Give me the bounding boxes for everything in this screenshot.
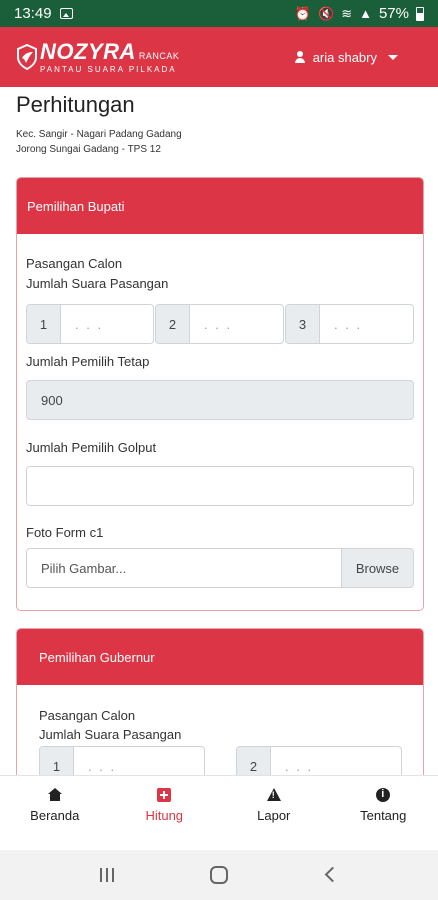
candidate-2-input-group[interactable]: 2 . . . <box>155 304 284 344</box>
location-line-1: Kec. Sangir - Nagari Padang Gadang <box>16 129 182 140</box>
nav-item-tentang[interactable]: Tentang <box>329 776 438 850</box>
caret-down-icon <box>388 54 398 60</box>
logo-sub-text: RANCAK <box>138 50 180 61</box>
nav-item-lapor[interactable]: Lapor <box>219 776 329 850</box>
logo-main-text: NOZYRA <box>40 38 136 64</box>
candidate-3-input-group[interactable]: 3 . . . <box>285 304 414 344</box>
battery-icon <box>416 6 424 21</box>
system-nav-bar <box>0 850 438 900</box>
file-placeholder[interactable]: Pilih Gambar... <box>27 549 341 587</box>
candidate-2-votes-input[interactable]: . . . <box>190 305 283 343</box>
mute-icon: 🔇 <box>318 6 335 21</box>
nav-label-hitung: Hitung <box>145 808 184 823</box>
page-content[interactable]: Perhitungan Kec. Sangir - Nagari Padang … <box>0 87 438 775</box>
user-icon <box>294 51 306 63</box>
info-icon <box>376 788 391 802</box>
candidate-number-2: 2 <box>156 305 190 343</box>
logo-text: NOZYRA RANCAK PANTAU SUARA PILKADA <box>40 38 180 74</box>
pemilih-tetap-field: 900 <box>26 380 414 420</box>
gubernur-candidate-1-input-group[interactable]: 1 . . . <box>39 746 205 775</box>
gubernur-candidate-2-input-group[interactable]: 2 . . . <box>236 746 402 775</box>
shield-logo-icon <box>17 44 37 70</box>
nav-label-beranda: Beranda <box>30 808 80 823</box>
warning-icon <box>266 788 281 802</box>
card-header-gubernur: Pemilihan Gubernur <box>17 629 423 685</box>
page-title: Perhitungan <box>16 92 135 117</box>
gubernur-candidate-2-votes-input[interactable]: . . . <box>271 747 401 775</box>
user-name: aria shabry <box>312 49 377 65</box>
label-jumlah-suara-pasangan: Jumlah Suara Pasangan <box>26 276 169 291</box>
gubernur-candidate-1-votes-input[interactable]: . . . <box>74 747 204 775</box>
label-jumlah-suara-pasangan-gubernur: Jumlah Suara Pasangan <box>39 727 182 742</box>
status-time: 13:49 <box>14 5 52 22</box>
nav-label-lapor: Lapor <box>257 808 291 823</box>
candidate-number-1: 1 <box>27 305 61 343</box>
candidate-3-votes-input[interactable]: . . . <box>320 305 413 343</box>
back-button[interactable] <box>321 865 341 885</box>
wifi-icon: ≋ <box>341 6 353 21</box>
nav-item-beranda[interactable]: Beranda <box>0 776 110 850</box>
candidate-1-input-group[interactable]: 1 . . . <box>26 304 154 344</box>
foto-form-c1-file-input[interactable]: Pilih Gambar... Browse <box>26 548 414 588</box>
browse-button[interactable]: Browse <box>341 549 413 587</box>
gubernur-candidate-number-2: 2 <box>237 747 271 775</box>
home-icon <box>47 788 62 802</box>
recents-button[interactable] <box>97 865 117 885</box>
candidate-number-3: 3 <box>286 305 320 343</box>
logo-wordmark: NOZYRA RANCAK <box>40 38 180 64</box>
user-menu-dropdown[interactable]: aria shabry <box>294 50 398 65</box>
card-pemilihan-bupati: Pemilihan Bupati Pasangan Calon Jumlah S… <box>16 177 424 611</box>
nav-item-hitung[interactable]: Hitung <box>110 776 220 850</box>
logo[interactable]: NOZYRA RANCAK PANTAU SUARA PILKADA <box>16 38 180 74</box>
location-info: Kec. Sangir - Nagari Padang Gadang Joron… <box>16 127 182 157</box>
home-button[interactable] <box>209 866 228 884</box>
label-foto-form-c1: Foto Form c1 <box>26 525 104 540</box>
label-jumlah-pemilih-golput: Jumlah Pemilih Golput <box>26 440 157 455</box>
label-jumlah-pemilih-tetap: Jumlah Pemilih Tetap <box>26 354 150 369</box>
candidate-1-votes-input[interactable]: . . . <box>61 305 153 343</box>
gubernur-candidate-number-1: 1 <box>40 747 74 775</box>
alarm-icon: ⏰ <box>294 6 311 21</box>
bottom-nav: Beranda Hitung Lapor Tentang <box>0 775 438 850</box>
signal-icon: ▲ <box>359 6 372 21</box>
card-pemilihan-gubernur: Pemilihan Gubernur Pasangan Calon Jumlah… <box>16 628 424 775</box>
battery-percent: 57% <box>378 5 409 22</box>
card-header-bupati: Pemilihan Bupati <box>17 178 423 234</box>
label-pasangan-calon-gubernur: Pasangan Calon <box>39 708 136 723</box>
status-bar: 13:49 ⏰ 🔇 ≋ ▲ 57% <box>0 0 438 27</box>
label-pasangan-calon: Pasangan Calon <box>26 256 123 271</box>
location-line-2: Jorong Sungai Gadang - TPS 12 <box>16 144 161 155</box>
image-icon <box>59 8 73 19</box>
logo-tagline: PANTAU SUARA PILKADA <box>40 64 177 74</box>
status-icons: ⏰ 🔇 ≋ ▲ 57% <box>295 5 424 22</box>
nav-label-tentang: Tentang <box>360 808 407 823</box>
app-header: NOZYRA RANCAK PANTAU SUARA PILKADA aria … <box>0 27 438 87</box>
medkit-icon <box>157 788 172 802</box>
golput-input[interactable] <box>26 466 414 506</box>
